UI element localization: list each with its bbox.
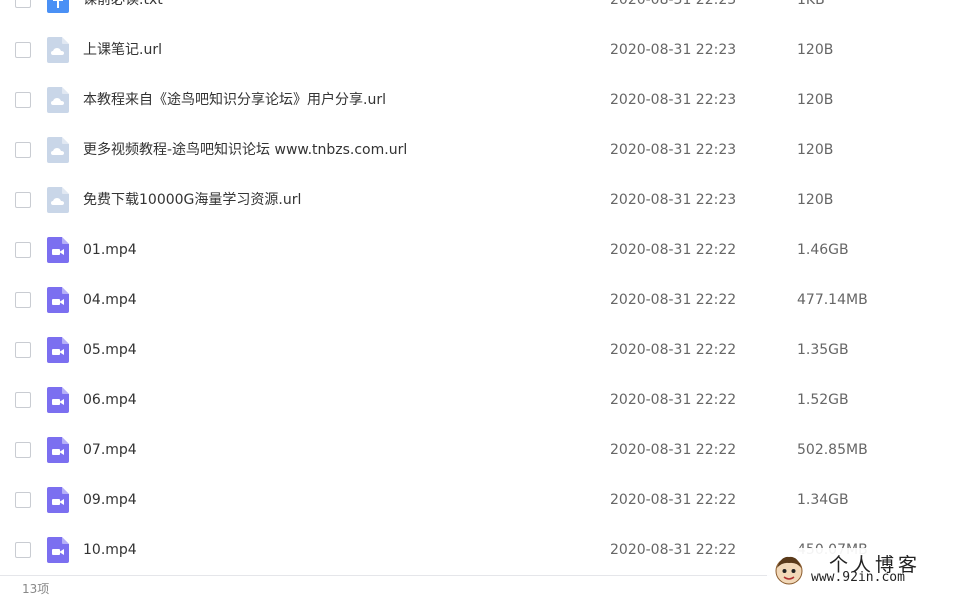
- file-name[interactable]: 更多视频教程-途鸟吧知识论坛 www.tnbzs.com.url: [83, 125, 407, 175]
- file-name[interactable]: 上课笔记.url: [83, 25, 162, 75]
- file-row[interactable]: 09.mp4 2020-08-31 22:22 1.34GB: [0, 475, 963, 525]
- link-file-icon: [47, 187, 69, 213]
- file-size: 477.14MB: [797, 292, 868, 308]
- footer-divider: [0, 575, 770, 576]
- file-size: 1.46GB: [797, 242, 849, 258]
- file-row[interactable]: 01.mp4 2020-08-31 22:22 1.46GB: [0, 225, 963, 275]
- avatar-logo-icon: [775, 556, 803, 585]
- file-modified-date: 2020-08-31 22:22: [610, 392, 737, 408]
- file-size: 1.35GB: [797, 342, 849, 358]
- file-modified-date: 2020-08-31 22:22: [610, 442, 737, 458]
- file-row[interactable]: 免费下载10000G海量学习资源.url 2020-08-31 22:23 120B: [0, 175, 963, 225]
- file-size: 1.34GB: [797, 492, 849, 508]
- file-name[interactable]: 09.mp4: [83, 475, 137, 525]
- file-size: 120B: [797, 192, 834, 208]
- file-modified-date: 2020-08-31 22:22: [610, 342, 737, 358]
- file-row[interactable]: 07.mp4 2020-08-31 22:22 502.85MB: [0, 425, 963, 475]
- file-name[interactable]: 01.mp4: [83, 225, 137, 275]
- watermark-url: www.92in.com: [811, 570, 905, 585]
- item-count: 13项: [22, 582, 50, 596]
- file-checkbox[interactable]: [15, 92, 31, 108]
- file-size: 120B: [797, 42, 834, 58]
- file-row[interactable]: 更多视频教程-途鸟吧知识论坛 www.tnbzs.com.url 2020-08-…: [0, 125, 963, 175]
- watermark: 个人博客 www.92in.com: [767, 548, 963, 592]
- video-file-icon: [47, 437, 69, 463]
- video-file-icon: [47, 537, 69, 563]
- file-modified-date: 2020-08-31 22:23: [610, 192, 737, 208]
- file-modified-date: 2020-08-31 22:22: [610, 542, 737, 558]
- file-row[interactable]: 本教程来自《途鸟吧知识分享论坛》用户分享.url 2020-08-31 22:23…: [0, 75, 963, 125]
- file-modified-date: 2020-08-31 22:22: [610, 492, 737, 508]
- file-row[interactable]: 06.mp4 2020-08-31 22:22 1.52GB: [0, 375, 963, 425]
- file-size: 1.52GB: [797, 392, 849, 408]
- file-modified-date: 2020-08-31 22:23: [610, 92, 737, 108]
- file-modified-date: 2020-08-31 22:22: [610, 242, 737, 258]
- link-file-icon: [47, 87, 69, 113]
- file-checkbox[interactable]: [15, 242, 31, 258]
- file-modified-date: 2020-08-31 22:23: [610, 142, 737, 158]
- file-checkbox[interactable]: [15, 392, 31, 408]
- file-row[interactable]: 04.mp4 2020-08-31 22:22 477.14MB: [0, 275, 963, 325]
- link-file-icon: [47, 37, 69, 63]
- file-name[interactable]: 06.mp4: [83, 375, 137, 425]
- video-file-icon: [47, 287, 69, 313]
- file-size: 1KB: [797, 0, 825, 8]
- video-file-icon: [47, 387, 69, 413]
- file-checkbox[interactable]: [15, 0, 31, 8]
- file-size: 120B: [797, 92, 834, 108]
- file-size: 502.85MB: [797, 442, 868, 458]
- link-file-icon: [47, 137, 69, 163]
- file-size: 120B: [797, 142, 834, 158]
- file-checkbox[interactable]: [15, 42, 31, 58]
- file-checkbox[interactable]: [15, 442, 31, 458]
- file-name[interactable]: 免费下载10000G海量学习资源.url: [83, 175, 301, 225]
- file-checkbox[interactable]: [15, 542, 31, 558]
- file-name[interactable]: 04.mp4: [83, 275, 137, 325]
- file-checkbox[interactable]: [15, 142, 31, 158]
- file-name[interactable]: 07.mp4: [83, 425, 137, 475]
- file-row[interactable]: 05.mp4 2020-08-31 22:22 1.35GB: [0, 325, 963, 375]
- file-name[interactable]: 本教程来自《途鸟吧知识分享论坛》用户分享.url: [83, 75, 386, 125]
- file-name[interactable]: 05.mp4: [83, 325, 137, 375]
- file-row[interactable]: 课前必读.txt 2020-08-31 22:23 1KB: [0, 0, 963, 25]
- video-file-icon: [47, 487, 69, 513]
- file-checkbox[interactable]: [15, 342, 31, 358]
- file-checkbox[interactable]: [15, 292, 31, 308]
- file-modified-date: 2020-08-31 22:23: [610, 0, 737, 8]
- file-checkbox[interactable]: [15, 492, 31, 508]
- video-file-icon: [47, 237, 69, 263]
- file-name[interactable]: 课前必读.txt: [83, 0, 163, 25]
- txt-file-icon: [47, 0, 69, 13]
- file-modified-date: 2020-08-31 22:23: [610, 42, 737, 58]
- file-list: 课前必读.txt 2020-08-31 22:23 1KB 上课笔记.url 2020-…: [0, 0, 963, 592]
- file-modified-date: 2020-08-31 22:22: [610, 292, 737, 308]
- file-row[interactable]: 上课笔记.url 2020-08-31 22:23 120B: [0, 25, 963, 75]
- file-checkbox[interactable]: [15, 192, 31, 208]
- file-name[interactable]: 10.mp4: [83, 525, 137, 575]
- video-file-icon: [47, 337, 69, 363]
